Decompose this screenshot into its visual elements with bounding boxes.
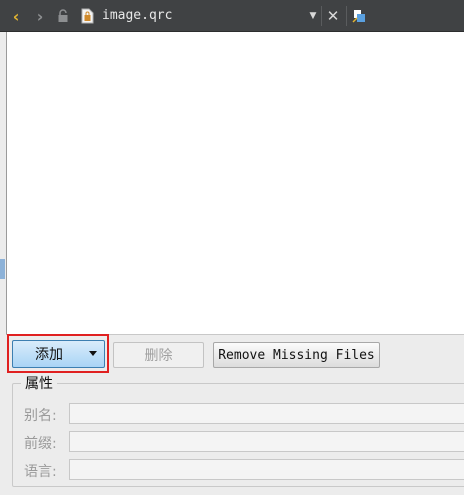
forward-icon[interactable]: › <box>30 0 50 32</box>
properties-title: 属性 <box>21 373 57 393</box>
lock-icon[interactable] <box>56 0 70 32</box>
delete-button-label: 删除 <box>144 348 173 364</box>
qrc-file-icon <box>79 0 95 32</box>
back-icon[interactable]: ‹ <box>6 0 26 32</box>
alias-label: 别名: <box>24 408 57 424</box>
editor-toolbar: ‹ › image.qrc ▼ ✕ <box>0 0 464 32</box>
splitter-handle[interactable] <box>0 259 5 279</box>
remove-missing-files-label: Remove Missing Files <box>218 347 375 363</box>
language-field[interactable] <box>69 459 464 480</box>
toolbar-separator <box>346 6 347 26</box>
toolbar-separator <box>321 6 322 26</box>
alias-field[interactable] <box>69 403 464 424</box>
resource-tree[interactable] <box>6 32 464 335</box>
prefix-field[interactable] <box>69 431 464 452</box>
delete-button[interactable]: 删除 <box>113 342 204 368</box>
chevron-down-icon[interactable]: ▼ <box>306 0 320 32</box>
close-icon[interactable]: ✕ <box>324 0 342 32</box>
file-name: image.qrc <box>102 8 173 23</box>
remove-missing-files-button[interactable]: Remove Missing Files <box>213 342 380 368</box>
prefix-label: 前缀: <box>24 436 57 452</box>
highlight-box <box>7 334 109 373</box>
language-label: 语言: <box>24 464 57 480</box>
split-view-icon[interactable] <box>350 0 368 32</box>
